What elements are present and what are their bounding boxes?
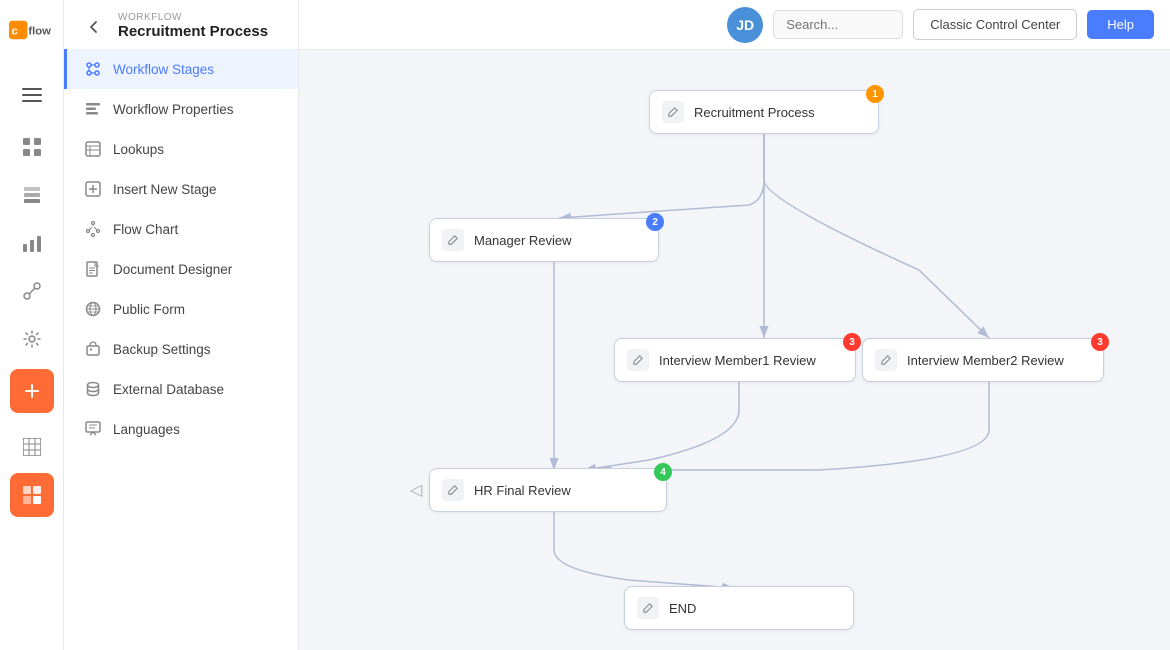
menu-item-label: Public Form [113,302,185,317]
menu-item-label: Languages [113,422,180,437]
add-button[interactable] [10,369,54,413]
stages-icon [83,59,103,79]
properties-icon [83,99,103,119]
workflow-title: Recruitment Process [118,23,268,40]
node-label: Recruitment Process [694,105,862,120]
menu-item-external-database[interactable]: External Database [64,369,298,409]
database-icon [83,379,103,399]
menu-sidebar: WORKFLOW Recruitment Process Workflow St… [64,0,299,650]
help-button[interactable]: Help [1087,10,1154,39]
node-label: Interview Member1 Review [659,353,839,368]
node-hr-final-review[interactable]: HR Final Review 4 ◁ [429,468,667,512]
hamburger-button[interactable] [10,73,54,117]
edit-icon[interactable] [637,597,659,619]
avatar: JD [727,7,763,43]
topbar: JD Classic Control Center Help [299,0,1170,50]
menu-item-flow-chart[interactable]: Flow Chart [64,209,298,249]
edit-icon[interactable] [875,349,897,371]
node-label: Manager Review [474,233,642,248]
menu-item-label: Lookups [113,142,164,157]
menu-item-languages[interactable]: Languages [64,409,298,449]
workflow-label: WORKFLOW [118,12,268,23]
menu-item-label: External Database [113,382,224,397]
node-label: Interview Member2 Review [907,353,1087,368]
edit-icon[interactable] [442,479,464,501]
document-icon [83,259,103,279]
lookups-icon [83,139,103,159]
incoming-arrow: ◁ [410,480,422,500]
menu-item-label: Workflow Stages [113,62,214,77]
node-interview-member2[interactable]: Interview Member2 Review 3 [862,338,1104,382]
menu-item-lookups[interactable]: Lookups [64,129,298,169]
node-recruitment-process[interactable]: Recruitment Process 1 [649,90,879,134]
node-badge: 1 [866,85,884,103]
node-manager-review[interactable]: Manager Review 2 [429,218,659,262]
nav-reports-button[interactable] [10,221,54,265]
nav-grid-button[interactable] [10,125,54,169]
menu-item-backup-settings[interactable]: Backup Settings [64,329,298,369]
menu-item-workflow-stages[interactable]: Workflow Stages [64,49,298,89]
menu-item-public-form[interactable]: Public Form [64,289,298,329]
nav-analytics-button[interactable] [10,269,54,313]
nav-table-button[interactable] [10,425,54,469]
nav-settings-button[interactable] [10,317,54,361]
menu-item-label: Workflow Properties [113,102,234,117]
node-interview-member1[interactable]: Interview Member1 Review 3 [614,338,856,382]
menu-item-workflow-properties[interactable]: Workflow Properties [64,89,298,129]
menu-item-document-designer[interactable]: Document Designer [64,249,298,289]
node-label: END [669,601,837,616]
edit-icon[interactable] [627,349,649,371]
public-icon [83,299,103,319]
languages-icon [83,419,103,439]
search-input[interactable] [773,10,903,39]
classic-control-button[interactable]: Classic Control Center [913,9,1077,40]
flow-canvas[interactable]: Recruitment Process 1 Manager Review 2 I… [299,50,1170,650]
edit-icon[interactable] [662,101,684,123]
menu-item-label: Backup Settings [113,342,211,357]
node-label: HR Final Review [474,483,650,498]
node-badge: 3 [843,333,861,351]
menu-item-label: Flow Chart [113,222,178,237]
flow-icon [83,219,103,239]
nav-palette-button[interactable] [10,473,54,517]
sidebar-header: WORKFLOW Recruitment Process [64,0,298,49]
svg-text:c: c [11,26,17,38]
main-area: JD Classic Control Center Help [299,0,1170,650]
logo: c flow [1,8,63,57]
menu-item-insert-stage[interactable]: Insert New Stage [64,169,298,209]
node-end[interactable]: END [624,586,854,630]
node-badge: 3 [1091,333,1109,351]
menu-item-label: Document Designer [113,262,232,277]
icon-sidebar: c flow [0,0,64,650]
menu-item-label: Insert New Stage [113,182,217,197]
canvas-inner: Recruitment Process 1 Manager Review 2 I… [319,70,1170,630]
svg-text:flow: flow [28,26,51,38]
insert-icon [83,179,103,199]
node-badge: 2 [646,213,664,231]
node-badge: 4 [654,463,672,481]
backup-icon [83,339,103,359]
edit-icon[interactable] [442,229,464,251]
nav-layers-button[interactable] [10,173,54,217]
back-button[interactable] [80,13,108,41]
